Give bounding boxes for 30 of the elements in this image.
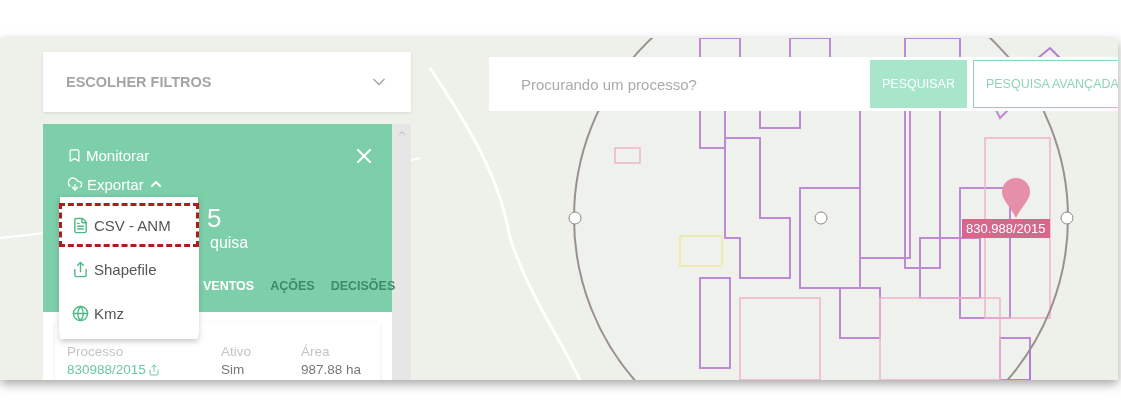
export-button[interactable]: Exportar xyxy=(67,173,164,195)
advanced-search-button[interactable]: PESQUISA AVANÇADA xyxy=(972,60,1118,108)
panel-tab[interactable]: VENTOS xyxy=(203,279,255,293)
marker-label: 830.988/2015 xyxy=(962,219,1050,238)
process-title: 5 xyxy=(207,203,223,233)
search-button[interactable]: PESQUISAR xyxy=(870,60,967,108)
radius-handle[interactable] xyxy=(1060,211,1074,225)
column-label: Ativo xyxy=(221,344,252,359)
document-icon xyxy=(72,216,89,234)
map-pin-icon[interactable] xyxy=(1002,178,1030,218)
filter-dropdown[interactable]: ESCOLHER FILTROS xyxy=(43,52,411,112)
column-label: Área xyxy=(301,344,331,359)
panel-tab[interactable]: AÇÕES xyxy=(270,279,315,293)
share-icon xyxy=(147,363,160,376)
export-option[interactable]: Kmz xyxy=(59,291,199,335)
bookmark-icon xyxy=(67,147,82,163)
detail-value: Sim xyxy=(221,362,246,377)
process-link[interactable]: 830988/2015 xyxy=(67,362,221,377)
process-subtitle: quisa xyxy=(210,233,250,253)
bookmark-button[interactable]: Monitorar xyxy=(67,144,150,166)
radius-handle[interactable] xyxy=(814,211,828,225)
export-option[interactable]: Shapefile xyxy=(59,247,199,291)
radius-handle[interactable] xyxy=(568,211,582,225)
column-label: Processo xyxy=(67,344,125,359)
export-option[interactable]: CSV - ANM xyxy=(59,203,199,247)
scroll-up-icon[interactable] xyxy=(396,128,407,138)
globe-icon xyxy=(72,304,89,322)
detail-value: 987.88 ha xyxy=(301,362,363,377)
cloud-download-icon xyxy=(67,176,83,192)
filter-label: ESCOLHER FILTROS xyxy=(66,74,212,90)
